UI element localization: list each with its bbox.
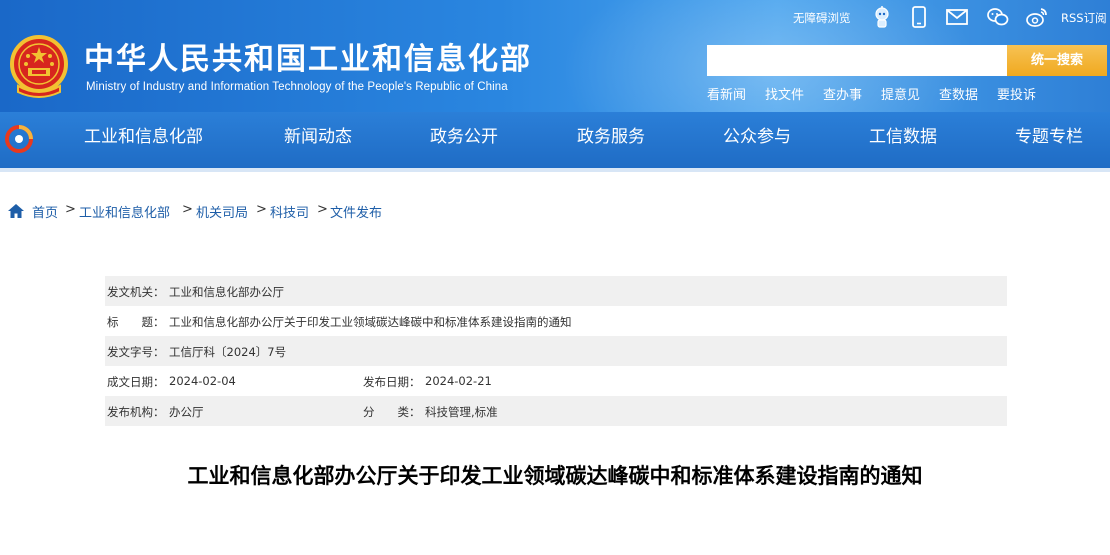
- meta-title-value: 工业和信息化部办公厅关于印发工业领域碳达峰碳中和标准体系建设指南的通知: [169, 315, 572, 329]
- quick-link-news[interactable]: 看新闻: [707, 84, 746, 103]
- meta-row-org: 发布机构： 办公厅 分 类： 科技管理,标准: [105, 396, 1007, 426]
- meta-issuer-value: 工业和信息化部办公厅: [169, 285, 284, 299]
- meta-category-value: 科技管理,标准: [425, 405, 498, 419]
- meta-row-doc-number: 发文字号： 工信厅科〔2024〕7号: [105, 336, 1007, 366]
- meta-created-value: 2024-02-04: [169, 374, 236, 388]
- meta-row-title: 标 题： 工业和信息化部办公厅关于印发工业领域碳达峰碳中和标准体系建设指南的通知: [105, 306, 1007, 336]
- accessibility-link[interactable]: 无障碍浏览: [793, 10, 851, 26]
- document-meta-table: 发文机关： 工业和信息化部办公厅 标 题： 工业和信息化部办公厅关于印发工业领域…: [105, 276, 1007, 426]
- breadcrumb-separator: >: [65, 202, 76, 217]
- meta-published-value: 2024-02-21: [425, 374, 492, 388]
- utility-bar: 无障碍浏览 RSS订阅: [0, 0, 1110, 34]
- home-icon[interactable]: [8, 204, 24, 218]
- breadcrumb-separator: >: [317, 202, 328, 217]
- meta-title-label: 标 题：: [107, 315, 165, 329]
- meta-doc-number-label: 发文字号：: [107, 345, 165, 359]
- search-input[interactable]: [707, 45, 1007, 76]
- meta-issuer-label: 发文机关：: [107, 285, 165, 299]
- miit-logo-icon[interactable]: [4, 124, 34, 154]
- breadcrumb-home[interactable]: 首页: [32, 202, 58, 221]
- quick-link-data[interactable]: 查数据: [939, 84, 978, 103]
- meta-published-label: 发布日期：: [363, 375, 421, 389]
- meta-org-label: 发布机构：: [107, 405, 165, 419]
- document-title: 工业和信息化部办公厅关于印发工业领域碳达峰碳中和标准体系建设指南的通知: [187, 464, 923, 488]
- site-title-cn[interactable]: 中华人民共和国工业和信息化部: [84, 40, 532, 80]
- site-header: 中华人民共和国工业和信息化部 Ministry of Industry and …: [0, 0, 1110, 112]
- quick-link-complaint[interactable]: 要投诉: [997, 84, 1036, 103]
- search-button[interactable]: 统一搜索: [1007, 45, 1107, 76]
- robot-assistant-icon[interactable]: [870, 5, 894, 29]
- quick-link-services[interactable]: 查办事: [823, 84, 862, 103]
- quick-link-feedback[interactable]: 提意见: [881, 84, 920, 103]
- national-emblem-icon[interactable]: [8, 34, 70, 100]
- meta-doc-number-value: 工信厅科〔2024〕7号: [169, 345, 287, 359]
- wechat-icon[interactable]: [986, 5, 1010, 29]
- meta-row-dates: 成文日期： 2024-02-04 发布日期： 2024-02-21: [105, 366, 1007, 396]
- nav-divider: [0, 168, 1110, 172]
- rss-link[interactable]: RSS订阅: [1061, 10, 1107, 26]
- nav-item-services[interactable]: 政务服务: [577, 112, 645, 168]
- meta-created-label: 成文日期：: [107, 375, 165, 389]
- breadcrumb-separator: >: [256, 202, 267, 217]
- meta-category-label: 分 类：: [363, 405, 421, 419]
- meta-org-value: 办公厅: [169, 405, 204, 419]
- nav-item-participation[interactable]: 公众参与: [723, 112, 791, 168]
- meta-row-issuer: 发文机关： 工业和信息化部办公厅: [105, 276, 1007, 306]
- nav-item-data[interactable]: 工信数据: [869, 112, 937, 168]
- nav-item-ministry[interactable]: 工业和信息化部: [84, 112, 203, 168]
- weibo-icon[interactable]: [1025, 5, 1049, 29]
- breadcrumb-separator: >: [182, 202, 193, 217]
- nav-item-open-government[interactable]: 政务公开: [430, 112, 498, 168]
- breadcrumb-departments[interactable]: 机关司局: [196, 202, 248, 221]
- site-title-en: Ministry of Industry and Information Tec…: [86, 81, 508, 93]
- main-nav: 工业和信息化部 新闻动态 政务公开 政务服务 公众参与 工信数据 专题专栏: [0, 112, 1110, 168]
- breadcrumb-file-release[interactable]: 文件发布: [330, 202, 382, 221]
- nav-item-news[interactable]: 新闻动态: [284, 112, 352, 168]
- breadcrumb-science-dept[interactable]: 科技司: [270, 202, 309, 221]
- mail-icon[interactable]: [945, 5, 969, 29]
- nav-item-topics[interactable]: 专题专栏: [1015, 112, 1083, 168]
- mobile-icon[interactable]: [907, 5, 931, 29]
- breadcrumb-ministry[interactable]: 工业和信息化部: [79, 202, 170, 221]
- quick-link-files[interactable]: 找文件: [765, 84, 804, 103]
